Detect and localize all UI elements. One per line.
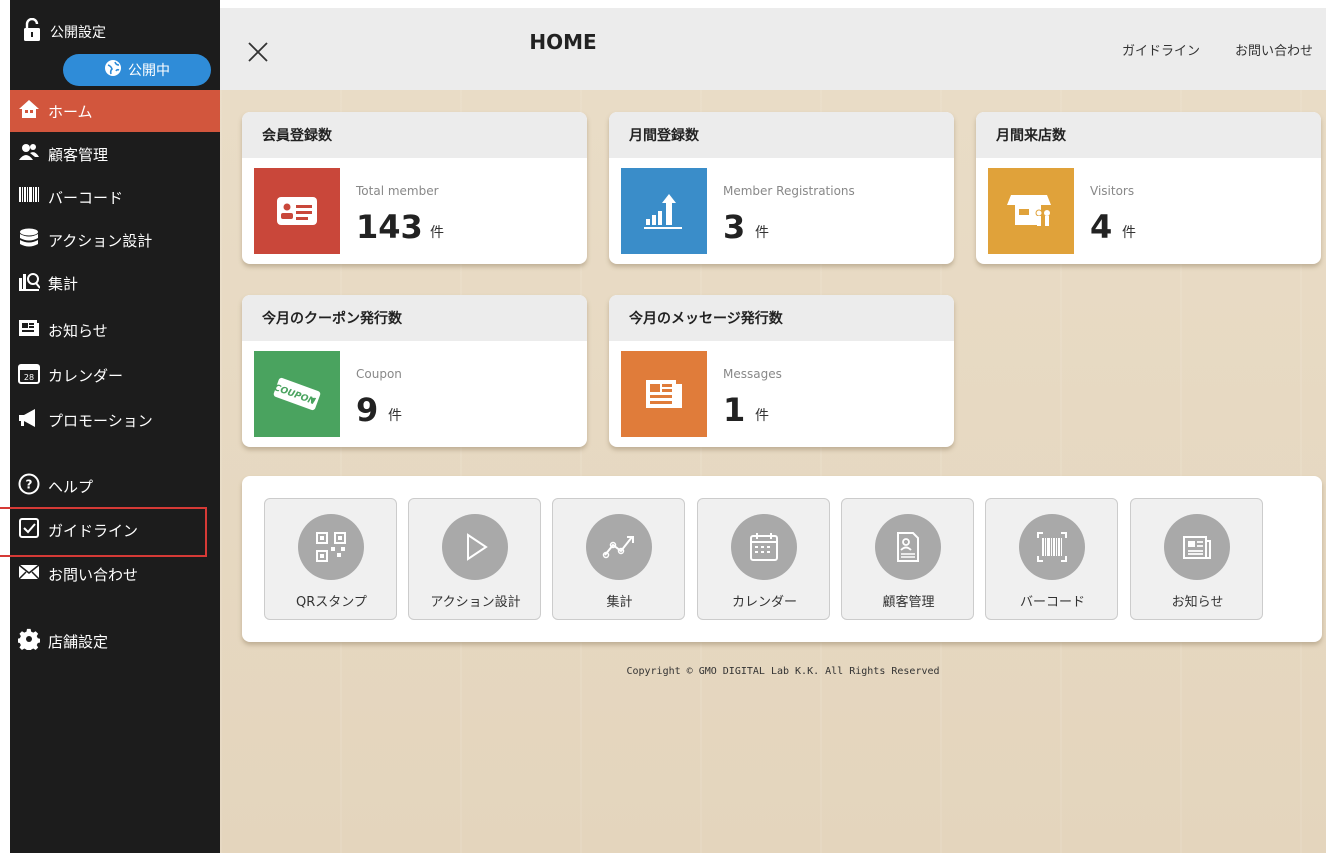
sidebar: 公開設定 公開中 ホーム 顧客管理 バーコード アクション設計 集計 お知らせ …	[10, 0, 220, 853]
database-icon	[18, 227, 40, 253]
store-icon	[988, 168, 1074, 254]
card-title: 今月のクーポン発行数	[242, 295, 587, 341]
guideline-highlight-box	[0, 507, 207, 557]
home-icon	[18, 98, 40, 124]
card-subtitle: Total member	[356, 184, 439, 198]
sidebar-item-label: 集計	[48, 274, 79, 293]
sidebar-item-contact[interactable]: お問い合わせ	[10, 553, 220, 595]
sidebar-item-barcode[interactable]: バーコード	[10, 176, 220, 218]
card-value: 4	[1090, 208, 1113, 246]
shortcut-calendar[interactable]: カレンダー	[697, 498, 830, 620]
shortcut-action-design[interactable]: アクション設計	[408, 498, 541, 620]
card-value: 1	[723, 391, 746, 429]
help-icon: ?	[18, 473, 40, 499]
sidebar-item-news[interactable]: お知らせ	[10, 309, 220, 351]
stat-card-monthly-registrations: 月間登録数 Member Registrations 3 件	[609, 112, 954, 264]
card-subtitle: Messages	[723, 367, 782, 381]
calendar-icon: 28	[18, 362, 40, 388]
globe-icon	[104, 59, 122, 81]
shortcut-label: カレンダー	[731, 595, 797, 610]
coupon-icon: COUPON	[254, 351, 340, 437]
shortcut-customers[interactable]: 顧客管理	[841, 498, 974, 620]
sidebar-item-customers[interactable]: 顧客管理	[10, 133, 220, 175]
sidebar-item-label: 店舗設定	[48, 632, 109, 651]
shortcut-news[interactable]: お知らせ	[1130, 498, 1263, 620]
shortcut-label: QRスタンプ	[296, 595, 367, 610]
growth-chart-icon	[621, 168, 707, 254]
stat-card-coupons: 今月のクーポン発行数 COUPON Coupon 9 件	[242, 295, 587, 447]
sidebar-item-home[interactable]: ホーム	[10, 90, 220, 132]
sidebar-item-help[interactable]: ? ヘルプ	[10, 465, 220, 507]
sidebar-item-label: お知らせ	[48, 321, 108, 340]
stat-card-total-members: 会員登録数 Total member 143 件	[242, 112, 587, 264]
megaphone-icon	[18, 407, 40, 433]
svg-text:?: ?	[26, 478, 33, 492]
card-subtitle: Coupon	[356, 367, 402, 381]
card-title: 会員登録数	[242, 112, 587, 158]
newspaper-icon	[18, 317, 40, 343]
card-unit: 件	[755, 408, 769, 424]
copyright-text: Copyright © GMO DIGITAL Lab K.K. All Rig…	[626, 666, 940, 677]
main-content: 会員登録数 Total member 143 件 月間登録数 Member Re…	[220, 90, 1326, 853]
header-guideline-link[interactable]: ガイドライン	[1122, 40, 1200, 59]
play-icon	[442, 514, 508, 580]
barcode-icon	[18, 184, 40, 210]
sidebar-item-label: ヘルプ	[48, 477, 94, 496]
card-value: 143	[356, 208, 423, 246]
shortcut-label: バーコード	[1019, 595, 1085, 610]
shortcut-label: 顧客管理	[882, 595, 935, 610]
card-unit: 件	[388, 408, 402, 424]
member-card-icon	[254, 168, 340, 254]
gear-icon	[17, 628, 41, 654]
mail-icon	[18, 561, 40, 587]
shortcut-panel: QRスタンプ アクション設計 集計 カレンダー 顧客管理 バーコード お知らせ	[242, 476, 1322, 642]
publish-status-label: 公開中	[128, 63, 170, 79]
sidebar-item-label: プロモーション	[48, 411, 153, 430]
shortcut-label: お知らせ	[1171, 595, 1224, 610]
publish-status-button[interactable]: 公開中	[63, 54, 211, 86]
sidebar-item-label: バーコード	[48, 188, 124, 207]
sidebar-item-action-design[interactable]: アクション設計	[10, 219, 220, 261]
sidebar-item-label: 顧客管理	[48, 145, 109, 164]
sidebar-item-label: カレンダー	[48, 366, 124, 385]
trend-icon	[586, 514, 652, 580]
card-title: 今月のメッセージ発行数	[609, 295, 954, 341]
card-subtitle: Visitors	[1090, 184, 1135, 198]
newspaper-icon	[1164, 514, 1230, 580]
card-value: 3	[723, 208, 746, 246]
shortcut-barcode[interactable]: バーコード	[985, 498, 1118, 620]
shortcut-label: 集計	[606, 595, 633, 610]
qr-icon	[298, 514, 364, 580]
sidebar-item-promotion[interactable]: プロモーション	[10, 399, 220, 441]
card-unit: 件	[1122, 225, 1136, 241]
sidebar-item-store-settings[interactable]: 店舗設定	[10, 620, 220, 662]
calendar-icon	[731, 514, 797, 580]
card-unit: 件	[755, 225, 769, 241]
card-value: 9	[356, 391, 379, 429]
sidebar-item-label: お問い合わせ	[48, 565, 139, 584]
stat-card-messages: 今月のメッセージ発行数 Messages 1 件	[609, 295, 954, 447]
profile-icon	[875, 514, 941, 580]
card-title: 月間来店数	[976, 112, 1321, 158]
shortcut-qr-stamp[interactable]: QRスタンプ	[264, 498, 397, 620]
shortcut-stats[interactable]: 集計	[552, 498, 685, 620]
stat-card-monthly-visitors: 月間来店数 Visitors 4 件	[976, 112, 1321, 264]
newspaper-icon	[621, 351, 707, 437]
users-icon	[18, 141, 40, 167]
stats-icon	[18, 270, 41, 296]
sidebar-item-label: ホーム	[48, 102, 93, 121]
page-title: HOME	[529, 30, 597, 54]
svg-text:28: 28	[24, 373, 34, 382]
card-unit: 件	[430, 225, 444, 241]
sidebar-item-stats[interactable]: 集計	[10, 262, 220, 304]
sidebar-item-calendar[interactable]: 28 カレンダー	[10, 354, 220, 396]
header-contact-link[interactable]: お問い合わせ	[1235, 40, 1313, 59]
card-title: 月間登録数	[609, 112, 954, 158]
barcode-icon	[1019, 514, 1085, 580]
sidebar-item-label: アクション設計	[48, 231, 153, 250]
card-subtitle: Member Registrations	[723, 184, 855, 198]
shortcut-label: アクション設計	[430, 595, 521, 610]
